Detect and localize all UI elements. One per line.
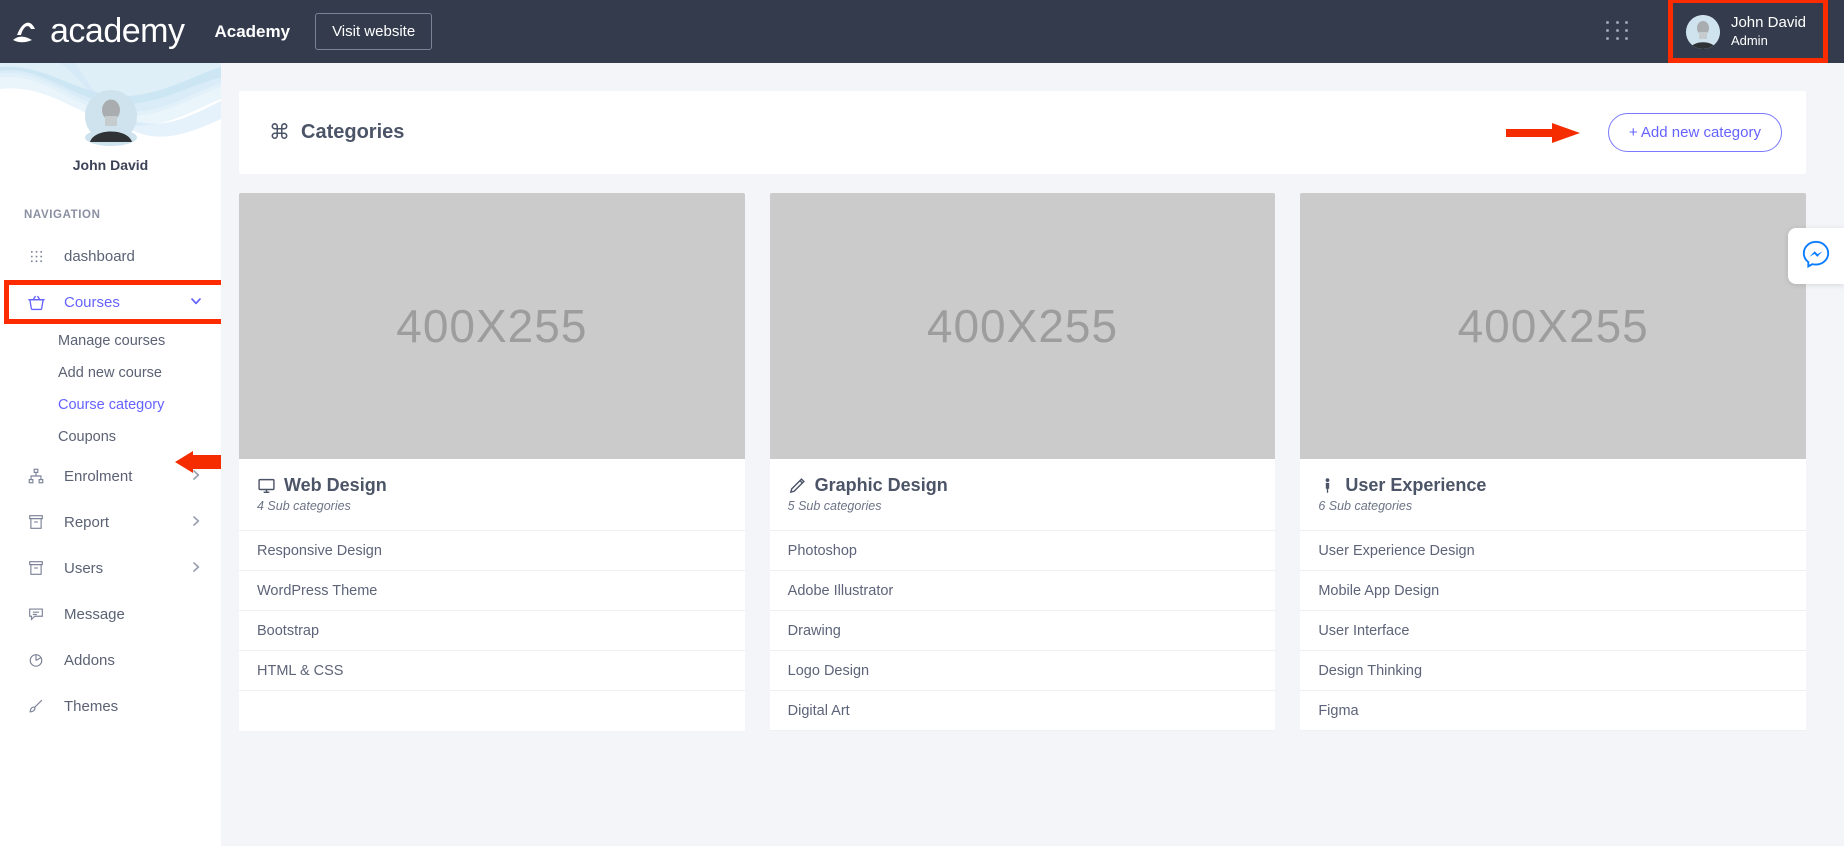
sidebar-item-themes[interactable]: Themes: [0, 683, 221, 729]
avatar: [84, 90, 137, 146]
grid-apps-icon[interactable]: [1605, 20, 1632, 43]
sidebar-item-users[interactable]: Users: [0, 545, 221, 591]
monitor-icon: [257, 476, 276, 495]
user-role: Admin: [1730, 32, 1768, 48]
visit-website-button[interactable]: Visit website: [315, 13, 433, 50]
category-title: User Experience: [1345, 475, 1487, 495]
grid-dots-icon: [26, 246, 46, 266]
messenger-chat-button[interactable]: [1788, 228, 1844, 284]
subcategory-row[interactable]: Mobile App Design: [1300, 571, 1806, 611]
subcategory-row[interactable]: User Interface: [1300, 611, 1806, 651]
sidebar-user-name: John David: [72, 157, 149, 173]
top-bar-right: John David Admin: [1605, 0, 1844, 63]
category-card[interactable]: 400X255 Web Design 4 Sub categories Resp…: [239, 193, 745, 731]
sidebar-subitem-label: Course category: [58, 397, 165, 413]
category-subcount: 6 Sub categories: [1318, 499, 1413, 513]
sidebar-item-label: Report: [64, 513, 110, 531]
subcategory-row[interactable]: WordPress Theme: [239, 571, 745, 611]
top-bar: academy Academy Visit website John David…: [0, 0, 1844, 63]
avatar: [1685, 14, 1720, 49]
user-profile-chip[interactable]: John David Admin: [1667, 0, 1828, 63]
subcategory-row[interactable]: User Experience Design: [1300, 531, 1806, 571]
command-icon: ⌘: [269, 121, 290, 144]
sidebar-item-label: Themes: [64, 697, 119, 715]
category-card-header: Graphic Design 5 Sub categories: [769, 459, 1276, 531]
person-icon: [1318, 476, 1337, 495]
category-title: Web Design: [284, 475, 387, 495]
sidebar-item-label: dashboard: [64, 247, 135, 265]
chevron-right-icon: [189, 514, 203, 531]
user-name: John David: [1730, 14, 1806, 32]
sitemap-icon: [26, 466, 46, 486]
category-title-row: User Experience: [1318, 475, 1806, 496]
category-card-header: User Experience 6 Sub categories: [1300, 459, 1806, 531]
sidebar-nav: dashboard Courses Manage courses Add new…: [0, 233, 221, 729]
user-meta: John David Admin: [1731, 14, 1806, 48]
category-cards-grid: 400X255 Web Design 4 Sub categories Resp…: [239, 193, 1806, 731]
subcategory-row[interactable]: HTML & CSS: [239, 651, 745, 691]
basket-icon: [26, 292, 46, 312]
sidebar-subitem-manage-courses[interactable]: Manage courses: [0, 325, 221, 357]
category-subcount: 5 Sub categories: [787, 499, 882, 513]
message-icon: [26, 604, 46, 624]
category-title: Graphic Design: [814, 475, 948, 495]
chevron-right-icon: [189, 560, 203, 577]
sidebar-item-report[interactable]: Report: [0, 499, 221, 545]
brand-name: Academy: [214, 21, 291, 41]
category-title-row: Graphic Design: [788, 475, 1276, 496]
subcategory-row[interactable]: Drawing: [769, 611, 1276, 651]
chevron-down-icon: [189, 294, 203, 311]
category-card-header: Web Design 4 Sub categories: [239, 459, 745, 531]
annotation-arrow-add-category: [1505, 122, 1580, 143]
sidebar-item-label: Addons: [64, 651, 115, 669]
add-new-category-button[interactable]: + Add new category: [1607, 113, 1782, 152]
annotation-arrow-course-category: [175, 451, 221, 473]
sidebar-subitem-course-category[interactable]: Course category: [0, 389, 221, 421]
navigation-label: NAVIGATION: [24, 209, 101, 221]
sidebar-item-courses[interactable]: Courses: [0, 279, 221, 325]
sidebar-item-label: Message: [64, 605, 125, 623]
subcategory-row[interactable]: Digital Art: [769, 691, 1276, 731]
sidebar-subitem-label: Manage courses: [58, 333, 166, 349]
subcategory-row[interactable]: Logo Design: [769, 651, 1276, 691]
sidebar-profile: John David: [0, 63, 221, 173]
subcategory-row[interactable]: Bootstrap: [239, 611, 745, 651]
category-title-row: Web Design: [257, 475, 745, 496]
category-image-placeholder: 400X255: [769, 193, 1276, 459]
sidebar-subitem-label: Add new course: [58, 365, 162, 381]
category-image-placeholder: 400X255: [239, 193, 745, 459]
sidebar-item-addons[interactable]: Addons: [0, 637, 221, 683]
sidebar-item-dashboard[interactable]: dashboard: [0, 233, 221, 279]
academy-logo-icon: [10, 14, 46, 50]
brush-icon: [26, 696, 46, 716]
subcategory-row[interactable]: Figma: [1300, 691, 1806, 731]
subcategory-row[interactable]: Photoshop: [769, 531, 1276, 571]
sidebar-item-message[interactable]: Message: [0, 591, 221, 637]
category-subcount: 4 Sub categories: [257, 499, 351, 513]
archive-icon: [26, 512, 46, 532]
sidebar-item-label: Courses: [64, 293, 120, 311]
subcategory-row[interactable]: Design Thinking: [1300, 651, 1806, 691]
category-image-placeholder: 400X255: [1300, 193, 1806, 459]
brand-logo[interactable]: academy: [10, 12, 185, 51]
sidebar-subitem-add-new-course[interactable]: Add new course: [0, 357, 221, 389]
category-card[interactable]: 400X255 Graphic Design 5 Sub categories …: [769, 193, 1276, 731]
sidebar: John David NAVIGATION dashboard Courses …: [0, 63, 221, 846]
page-title-text: Categories: [301, 121, 405, 143]
archive-icon: [26, 558, 46, 578]
subcategory-row[interactable]: Adobe Illustrator: [769, 571, 1276, 611]
sidebar-subitem-label: Coupons: [58, 429, 117, 445]
subcategory-row[interactable]: Responsive Design: [239, 531, 745, 571]
pie-chart-icon: [26, 650, 46, 670]
pencil-icon: [788, 476, 807, 495]
main-content: ⌘ Categories + Add new category 400X255: [221, 63, 1844, 846]
logo-wordmark: academy: [50, 12, 185, 50]
messenger-icon: [1801, 239, 1831, 274]
page-header-actions: + Add new category: [1505, 113, 1782, 152]
sidebar-item-label: Users: [64, 559, 104, 577]
sidebar-subitem-coupons[interactable]: Coupons: [0, 421, 221, 453]
category-card[interactable]: 400X255 User Experience 6 Sub categories…: [1300, 193, 1806, 731]
page-header-panel: ⌘ Categories + Add new category: [239, 91, 1806, 174]
page-title: ⌘ Categories: [269, 120, 404, 145]
